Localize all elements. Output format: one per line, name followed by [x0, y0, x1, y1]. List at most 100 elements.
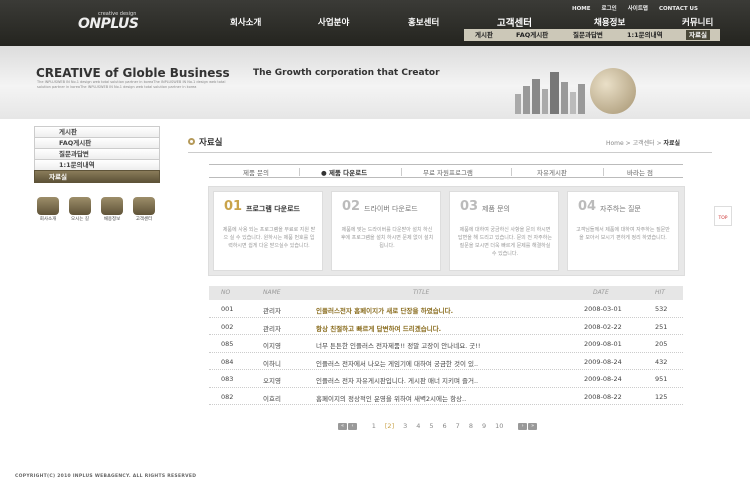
cell-no: 082 — [221, 392, 234, 401]
cell-date: 2008-03-01 — [584, 305, 622, 313]
subnav-archive[interactable]: 자료실 — [686, 30, 710, 40]
cell-name: 오지영 — [263, 377, 281, 385]
table-row[interactable]: 002 관리자 항상 친절하고 빠르게 답변하여 드리겠습니다. 2008-02-22… — [209, 318, 683, 335]
page-number[interactable]: 6 — [443, 422, 447, 430]
cell-title[interactable]: 항상 친절하고 빠르게 답변하여 드리겠습니다. — [316, 323, 441, 333]
page-number[interactable]: 3 — [403, 422, 407, 430]
banner-title: CREATIVE of Globle Business — [36, 66, 230, 80]
step-description: 제품에 맞는 드라이버를 다운받아 설치 하신 후에 프로그램을 설치 하시면 … — [340, 227, 434, 249]
next-page-button[interactable]: › — [518, 422, 528, 430]
util-login-link[interactable]: 로그인 — [602, 6, 617, 12]
step-number: 04 — [578, 199, 597, 214]
quick-company-button[interactable]: 회사소개 — [36, 197, 60, 222]
lnb-item-qna[interactable]: 질문과답변 — [34, 148, 160, 159]
breadcrumb-section[interactable]: 고객센터 — [633, 140, 655, 147]
cell-title[interactable]: 인플러스 전자 자유게시판입니다. 게시판 매너 지키며 즐거.. — [316, 375, 478, 385]
gnb-recruit[interactable]: 채용정보 — [594, 16, 625, 28]
lnb-item-faq[interactable]: FAQ게시판 — [34, 137, 160, 148]
cell-no: 084 — [221, 357, 234, 366]
step-title: 제품 문의 — [482, 205, 510, 213]
col-hit: HIT — [655, 289, 665, 296]
subnav-qna[interactable]: 질문과답변 — [570, 30, 606, 40]
quick-recruit-button[interactable]: 채용정보 — [100, 197, 124, 222]
lnb-item-board[interactable]: 게시판 — [34, 126, 160, 137]
left-navigation: 게시판 FAQ게시판 질문과답변 1:1문의내역 자료실 — [34, 126, 160, 183]
page-number[interactable]: 10 — [495, 422, 503, 430]
cell-hit: 205 — [655, 340, 668, 348]
table-row[interactable]: 082 이효리 홈페이지의 정상적인 운영을 위하여 새벽2시에는 항상.. 2008… — [209, 388, 683, 405]
sub-navigation: 게시판 FAQ게시판 질문과답변 1:1문의내역 자료실 — [464, 29, 720, 41]
subnav-faq[interactable]: FAQ게시판 — [513, 30, 551, 40]
quick-label: 오시는 길 — [71, 217, 89, 222]
page-number-current[interactable]: [2] — [385, 422, 394, 430]
subnav-inquiry[interactable]: 1:1문의내역 — [624, 30, 666, 40]
page-number[interactable]: 7 — [456, 422, 460, 430]
quick-support-button[interactable]: 고객센터 — [132, 197, 156, 222]
page-number[interactable]: 4 — [416, 422, 420, 430]
tab-divider — [511, 168, 512, 176]
cell-hit: 125 — [655, 392, 668, 401]
step-number: 01 — [224, 199, 243, 214]
gnb-company[interactable]: 회사소개 — [230, 16, 261, 28]
cell-name: 관리자 — [263, 324, 281, 333]
tab-divider — [401, 168, 402, 176]
cell-name: 관리자 — [263, 307, 281, 315]
cell-title[interactable]: 너무 튼튼한 인플러스 전자제품!! 정말 고장이 안나네요. 굿!! — [316, 340, 481, 350]
step-card: 01 프로그램 다운로드 제품에 사용 되는 프로그램을 무료로 지원 받으 실… — [213, 191, 323, 271]
page-number[interactable]: 8 — [469, 422, 473, 430]
util-sitemap-link[interactable]: 사이트맵 — [628, 6, 648, 12]
util-contact-link[interactable]: CONTACT US — [659, 6, 698, 12]
first-page-button[interactable]: « — [338, 422, 347, 430]
last-page-button[interactable]: » — [528, 422, 538, 430]
gnb-community[interactable]: 커뮤니티 — [682, 16, 713, 28]
lnb-item-archive[interactable]: 자료실 — [34, 170, 160, 183]
archive-table: NO NAME TITLE DATE HIT 001 관리자 인플러스전자 홈페이지… — [209, 286, 683, 405]
gnb-customer[interactable]: 고객센터 — [497, 15, 532, 29]
col-no: NO — [221, 289, 231, 296]
step-card: 04 자주하는 질문 고객님들께서 제품에 대하여 자주하는 질문만을 모아서 … — [567, 191, 679, 271]
quick-label: 고객센터 — [135, 217, 153, 222]
quick-directions-button[interactable]: 오시는 길 — [68, 197, 92, 222]
scroll-top-button[interactable]: TOP — [714, 206, 732, 226]
tab-product-inquiry[interactable]: 제품 문의 — [243, 167, 269, 177]
tab-free-program[interactable]: 무료 자원프로그램 — [423, 167, 473, 177]
page-title: 자료실 — [199, 138, 223, 148]
people-icon — [101, 197, 123, 215]
cell-title[interactable]: 인플러스전자 홈페이지가 새로 단장을 하였습니다. — [316, 305, 453, 315]
cell-date: 2008-08-22 — [584, 392, 622, 401]
tab-product-download[interactable]: ● 제품 다운로드 — [321, 167, 367, 177]
prev-page-button[interactable]: ‹ — [348, 422, 357, 430]
gnb-pr[interactable]: 홍보센터 — [408, 16, 439, 28]
table-row[interactable]: 085 이지영 너무 튼튼한 인플러스 전자제품!! 정말 고장이 안나네요. 굿!… — [209, 335, 683, 353]
tab-label: 제품 다운로드 — [328, 169, 368, 177]
content-tabs: 제품 문의 ● 제품 다운로드 무료 자원프로그램 자유게시판 바라는 점 — [209, 164, 683, 178]
tab-divider — [603, 168, 604, 176]
breadcrumb-home[interactable]: Home — [606, 140, 624, 147]
tab-suggestions[interactable]: 바라는 점 — [627, 167, 653, 177]
logo-text: ONPLUS — [78, 16, 139, 32]
tab-free-board[interactable]: 자유게시판 — [537, 167, 567, 177]
header: creative design ONPLUS HOME 로그인 사이트맵 CONTAC… — [0, 0, 750, 46]
page-number[interactable]: 5 — [429, 422, 433, 430]
page-number[interactable]: 9 — [482, 422, 486, 430]
table-row[interactable]: 083 오지영 인플러스 전자 자유게시판입니다. 게시판 매너 지키며 즐거.. 2… — [209, 370, 683, 388]
step-title: 드라이버 다운로드 — [364, 205, 418, 213]
util-home-link[interactable]: HOME — [572, 6, 591, 12]
lnb-item-inquiry[interactable]: 1:1문의내역 — [34, 159, 160, 170]
table-row[interactable]: 001 관리자 인플러스전자 홈페이지가 새로 단장을 하였습니다. 2008-03-… — [209, 300, 683, 318]
breadcrumb: Home > 고객센터 > 자료실 — [606, 140, 681, 147]
step-title: 자주하는 질문 — [600, 205, 641, 213]
subnav-board[interactable]: 게시판 — [472, 30, 496, 40]
title-bullet-icon — [188, 138, 195, 145]
cell-title[interactable]: 홈페이지의 정상적인 운영을 위하여 새벽2시에는 항상.. — [316, 393, 466, 403]
tab-divider — [299, 168, 300, 176]
page-number[interactable]: 1 — [372, 422, 376, 430]
cell-no: 001 — [221, 305, 234, 313]
cell-title[interactable]: 인플러스 전자에서 나오는 게임기에 대하여 궁금한 것이 있.. — [316, 358, 478, 368]
gnb-business[interactable]: 사업분야 — [318, 16, 349, 28]
logo[interactable]: creative design ONPLUS — [78, 11, 148, 33]
step-number: 03 — [460, 199, 479, 214]
step-number: 02 — [342, 199, 361, 214]
table-row[interactable]: 084 이하니 인플러스 전자에서 나오는 게임기에 대하여 궁금한 것이 있.. 2… — [209, 353, 683, 370]
step-description: 제품에 대하여 궁금하신 사항을 문의 하시면 답변을 해 드리고 있습니다. … — [458, 227, 552, 257]
